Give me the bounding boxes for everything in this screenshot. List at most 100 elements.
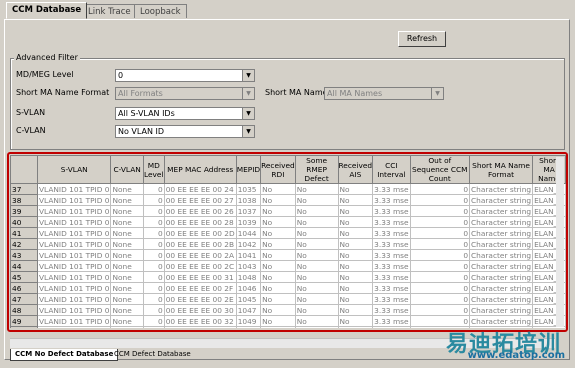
table-cell: No	[294, 326, 339, 328]
table-cell: No	[260, 227, 296, 239]
short-ma-name-label: Short MA Name	[265, 88, 328, 97]
cvlan-select[interactable]: No VLAN ID ▼	[115, 125, 255, 138]
table-row[interactable]: 37 VLANID 101 TPID 0 None 0 00 EE EE EE 00 2…	[10, 183, 566, 195]
table-row[interactable]: 39 VLANID 101 TPID 0 None 0 00 EE EE EE 00 2…	[10, 205, 566, 217]
table-cell: 0	[409, 238, 471, 250]
column-header[interactable]: Some RMEP Defect	[294, 155, 339, 184]
table-row[interactable]: 44 VLANID 101 TPID 0 None 0 00 EE EE EE 00 2…	[10, 260, 566, 272]
table-cell: 0	[409, 315, 471, 327]
table-cell: No	[260, 293, 296, 305]
table-row[interactable]: 42 VLANID 101 TPID 0 None 0 00 EE EE EE 00 2…	[10, 238, 566, 250]
tab-ccm-database[interactable]: CCM Database	[6, 2, 88, 19]
chevron-down-icon[interactable]: ▼	[242, 108, 254, 119]
tab-ccm-defect-database[interactable]: CCM Defect Database	[110, 349, 195, 360]
row-number: 44	[10, 260, 38, 272]
short-ma-format-label: Short MA Name Format	[16, 88, 110, 97]
chevron-down-icon[interactable]: ▼	[431, 88, 443, 99]
table-cell: 0	[142, 227, 165, 239]
table-cell: 0	[142, 304, 165, 316]
table-cell: 3.33 mse	[372, 249, 411, 261]
ccm-table-container: S-VLAN C-VLAN MD Level MEP MAC Address MEPID…	[10, 155, 566, 328]
row-number: 43	[10, 249, 38, 261]
table-cell: VLANID 101 TPID 0	[36, 315, 112, 327]
table-cell: No	[337, 227, 374, 239]
table-cell: VLANID 101 TPID 0	[36, 282, 112, 294]
advanced-filter-title: Advanced Filter	[14, 53, 80, 62]
table-cell: No	[294, 271, 339, 283]
table-cell: 00 EE EE EE 00 2B	[163, 238, 237, 250]
table-cell: 00 EE EE EE 00 24	[163, 183, 237, 195]
table-row[interactable]: 41 VLANID 101 TPID 0 None 0 00 EE EE EE 00 2…	[10, 227, 566, 239]
table-cell: No	[294, 249, 339, 261]
table-cell: 0	[409, 249, 471, 261]
table-cell: 3.33 mse	[372, 271, 411, 283]
table-cell: No	[294, 282, 339, 294]
column-header[interactable]: CCI Interval	[372, 155, 411, 184]
column-header[interactable]: MEP MAC Address	[163, 155, 237, 184]
table-row[interactable]: 40 VLANID 101 TPID 0 None 0 00 EE EE EE 00 2…	[10, 216, 566, 228]
tab-ccm-no-defect-database[interactable]: CCM No Defect Database	[10, 349, 119, 361]
table-cell: None	[110, 304, 144, 316]
table-cell: Character string	[469, 227, 534, 239]
md-meg-level-value: 0	[118, 71, 124, 80]
table-cell: No	[260, 326, 296, 328]
table-cell: No	[294, 304, 339, 316]
svlan-select[interactable]: All S-VLAN IDs ▼	[115, 107, 255, 120]
table-cell: 1048	[235, 271, 262, 283]
table-cell: 1042	[235, 238, 262, 250]
table-row[interactable]: 46 VLANID 101 TPID 0 None 0 00 EE EE EE 00 2…	[10, 282, 566, 294]
table-cell: No	[294, 293, 339, 305]
table-cell: 1050	[235, 326, 262, 328]
tab-link-trace[interactable]: Link Trace	[82, 4, 137, 18]
short-ma-format-value: All Formats	[118, 89, 163, 98]
table-cell: No	[260, 183, 296, 195]
table-row[interactable]: 43 VLANID 101 TPID 0 None 0 00 EE EE EE 00 2…	[10, 249, 566, 261]
row-number: 38	[10, 194, 38, 206]
refresh-button[interactable]: Refresh	[398, 31, 446, 47]
md-meg-level-select[interactable]: 0 ▼	[115, 69, 255, 82]
table-cell: No	[337, 326, 374, 328]
table-cell: 0	[409, 304, 471, 316]
column-header[interactable]: C-VLAN	[110, 155, 144, 184]
table-cell: 0	[409, 194, 471, 206]
short-ma-name-value: All MA Names	[327, 89, 383, 98]
column-header[interactable]: S-VLAN	[36, 155, 112, 184]
table-cell: No	[260, 282, 296, 294]
chevron-down-icon[interactable]: ▼	[242, 126, 254, 137]
table-cell: No	[337, 304, 374, 316]
table-cell: No	[294, 315, 339, 327]
column-header[interactable]: Short MA Name Format	[469, 155, 534, 184]
table-cell: 00 EE EE EE 00 31	[163, 271, 237, 283]
table-cell: 3.33 mse	[372, 304, 411, 316]
short-ma-name-select[interactable]: All MA Names ▼	[324, 87, 444, 100]
chevron-down-icon[interactable]: ▼	[242, 88, 254, 99]
column-header[interactable]: MEPID	[235, 155, 262, 184]
row-number: 50	[10, 326, 38, 328]
table-row[interactable]: 47 VLANID 101 TPID 0 None 0 00 EE EE EE 00 2…	[10, 293, 566, 305]
column-header[interactable]: Received AIS	[337, 155, 374, 184]
table-row[interactable]: 49 VLANID 101 TPID 0 None 0 00 EE EE EE 00 3…	[10, 315, 566, 327]
table-cell: VLANID 101 TPID 0	[36, 183, 112, 195]
table-cell: 0	[142, 194, 165, 206]
table-row[interactable]: 45 VLANID 101 TPID 0 None 0 00 EE EE EE 00 3…	[10, 271, 566, 283]
short-ma-format-select[interactable]: All Formats ▼	[115, 87, 255, 100]
svlan-value: All S-VLAN IDs	[118, 109, 175, 118]
md-meg-level-label: MD/MEG Level	[16, 70, 74, 79]
table-cell: No	[337, 249, 374, 261]
table-cell: 0	[142, 216, 165, 228]
chevron-down-icon[interactable]: ▼	[242, 70, 254, 81]
column-header[interactable]	[10, 155, 38, 184]
table-cell: No	[337, 271, 374, 283]
column-header[interactable]: MD Level	[142, 155, 165, 184]
column-header[interactable]: Received RDI	[260, 155, 296, 184]
table-cell: 0	[409, 260, 471, 272]
table-cell: 0	[409, 282, 471, 294]
tab-loopback[interactable]: Loopback	[134, 4, 187, 18]
table-row[interactable]: 48 VLANID 101 TPID 0 None 0 00 EE EE EE 00 3…	[10, 304, 566, 316]
table-cell: Character string	[469, 249, 534, 261]
table-row[interactable]: 38 VLANID 101 TPID 0 None 0 00 EE EE EE 00 2…	[10, 194, 566, 206]
table-cell: Character string	[469, 216, 534, 228]
column-header[interactable]: Out of Sequence CCM Count	[409, 155, 471, 184]
vertical-scrollbar[interactable]	[556, 157, 564, 327]
table-cell: 1039	[235, 216, 262, 228]
